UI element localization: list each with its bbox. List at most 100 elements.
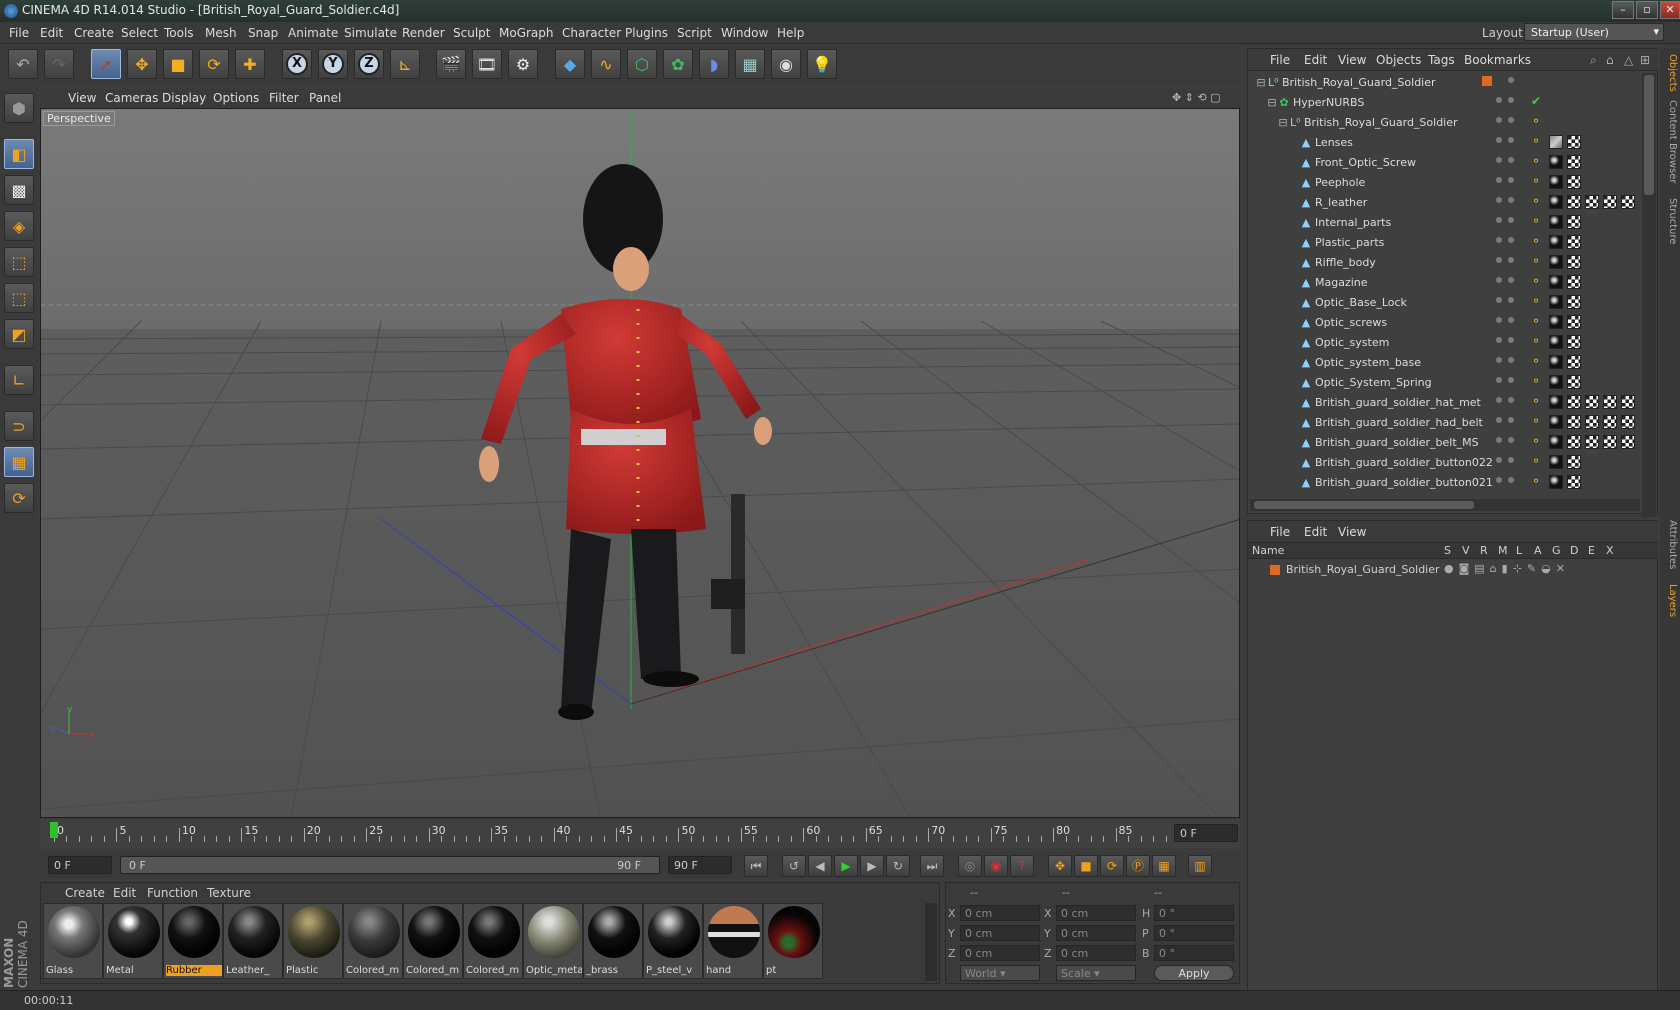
materials-menu-create[interactable]: Create [65, 886, 105, 900]
object-name[interactable]: Optic_screws [1315, 316, 1387, 329]
cube-object-button[interactable]: ◆ [555, 49, 585, 79]
phong-tag-icon[interactable]: ⚬ [1531, 375, 1545, 389]
phong-tag-icon[interactable]: ⚬ [1531, 475, 1545, 489]
phong-tag-icon[interactable]: ⚬ [1531, 435, 1545, 449]
viewport-menu-view[interactable]: View [68, 91, 96, 105]
viewport-menu-filter[interactable]: Filter [269, 91, 299, 105]
uvw-tag-icon[interactable] [1567, 315, 1581, 329]
points-mode-button[interactable]: ⬚ [4, 247, 34, 277]
material-tag-icon[interactable] [1549, 395, 1563, 409]
material-tag-icon[interactable] [1549, 215, 1563, 229]
visibility-dots[interactable] [1496, 297, 1518, 309]
menu-animate[interactable]: Animate [288, 26, 338, 40]
object-row[interactable]: ▲ British_guard_soldier_button021 ⚬ [1248, 473, 1658, 493]
close-button[interactable]: ✕ [1660, 1, 1680, 19]
uvw-tag-icon[interactable] [1603, 195, 1617, 209]
object-name[interactable]: Optic_system_base [1315, 356, 1421, 369]
materials-menu-edit[interactable]: Edit [113, 886, 136, 900]
object-row[interactable]: ▲ Plastic_parts ⚬ [1248, 233, 1658, 253]
object-row[interactable]: ▲ Lenses ⚬ [1248, 133, 1658, 153]
object-name[interactable]: R_leather [1315, 196, 1367, 209]
new-window-icon[interactable]: ⊞ [1640, 53, 1650, 67]
object-name[interactable]: British_guard_soldier_hat_met [1315, 396, 1481, 409]
menu-plugins[interactable]: Plugins [625, 26, 668, 40]
object-row[interactable]: ▲ Optic_System_Spring ⚬ [1248, 373, 1658, 393]
undo-button[interactable]: ↶ [8, 49, 38, 79]
object-name[interactable]: Front_Optic_Screw [1315, 156, 1416, 169]
object-name[interactable]: British_guard_soldier_had_belt [1315, 416, 1483, 429]
size-y-field[interactable]: 0 cm [1056, 925, 1136, 941]
visibility-dots[interactable] [1496, 377, 1518, 389]
model-mode-button[interactable]: ◧ [4, 139, 34, 169]
uvw-tag-icon[interactable] [1567, 295, 1581, 309]
material-swatch[interactable]: pt [763, 903, 823, 979]
layers-col-d[interactable]: D [1570, 544, 1578, 557]
move-tool-button[interactable]: ✥ [127, 49, 157, 79]
viewport-nav-icons[interactable]: ✥ ⇕ ⟲ ▢ [1172, 91, 1221, 104]
material-tag-icon[interactable] [1549, 435, 1563, 449]
workplane-mode-button[interactable]: ◈ [4, 211, 34, 241]
material-swatch[interactable]: _brass [583, 903, 643, 979]
record-position-button[interactable]: ✥ [1048, 855, 1072, 877]
layers-menu-file[interactable]: File [1270, 525, 1290, 539]
menu-tools[interactable]: Tools [164, 26, 194, 40]
object-row[interactable]: ▲ British_guard_soldier_hat_met ⚬ [1248, 393, 1658, 413]
timeline-window-button[interactable]: ▥ [1188, 855, 1212, 877]
goto-start-button[interactable]: ⏮ [744, 855, 768, 877]
layout-dropdown[interactable]: Startup (User) ▾ [1524, 23, 1664, 41]
material-tag-icon[interactable] [1549, 375, 1563, 389]
material-swatch[interactable]: P_steel_v [643, 903, 703, 979]
render-picture-viewer-button[interactable]: 🎞 [472, 49, 502, 79]
rot-h-field[interactable]: 0 ° [1154, 905, 1234, 921]
object-row[interactable]: ▲ Front_Optic_Screw ⚬ [1248, 153, 1658, 173]
material-swatch[interactable]: Optic_meta [523, 903, 583, 979]
uvw-tag-icon[interactable] [1567, 275, 1581, 289]
material-swatch[interactable]: Metal [103, 903, 163, 979]
material-tag-icon[interactable] [1549, 475, 1563, 489]
material-tag-icon[interactable] [1549, 335, 1563, 349]
object-row[interactable]: L⁰ ⊟ British_Royal_Guard_Soldier ⚬ [1248, 113, 1658, 133]
layers-col-g[interactable]: G [1552, 544, 1561, 557]
layers-col-x[interactable]: X [1606, 544, 1614, 557]
layers-menu-view[interactable]: View [1338, 525, 1366, 539]
nurbs-button[interactable]: ⬡ [627, 49, 657, 79]
menu-select[interactable]: Select [121, 26, 158, 40]
spline-button[interactable]: ∿ [591, 49, 621, 79]
material-swatch[interactable]: Colored_m [463, 903, 523, 979]
next-key-button[interactable]: ↻ [886, 855, 910, 877]
phong-tag-icon[interactable]: ⚬ [1531, 275, 1545, 289]
material-tag-icon[interactable] [1549, 155, 1563, 169]
uvw-tag-icon[interactable] [1567, 375, 1581, 389]
uvw-tag-icon[interactable] [1567, 395, 1581, 409]
record-pla-button[interactable]: ▦ [1152, 855, 1176, 877]
material-tag-icon[interactable] [1549, 255, 1563, 269]
phong-tag-icon[interactable]: ⚬ [1531, 215, 1545, 229]
object-row[interactable]: ▲ Optic_system_base ⚬ [1248, 353, 1658, 373]
visibility-dots[interactable] [1496, 177, 1518, 189]
objects-menu-bookmarks[interactable]: Bookmarks [1464, 53, 1531, 67]
objects-scrollbar[interactable] [1642, 73, 1656, 517]
uvw-tag-icon[interactable] [1585, 435, 1599, 449]
visibility-dots[interactable] [1496, 477, 1518, 489]
object-name[interactable]: British_Royal_Guard_Soldier [1304, 116, 1458, 129]
material-tag-icon[interactable] [1549, 195, 1563, 209]
phong-tag-icon[interactable]: ⚬ [1531, 195, 1545, 209]
object-row[interactable]: ▲ British_guard_soldier_had_belt ⚬ [1248, 413, 1658, 433]
visibility-dots[interactable] [1496, 457, 1518, 469]
size-mode-dropdown[interactable]: Scale ▾ [1056, 965, 1136, 981]
perspective-viewport[interactable]: y x z Perspective [40, 108, 1240, 818]
material-swatch[interactable]: Rubber [163, 903, 223, 979]
objects-menu-tags[interactable]: Tags [1428, 53, 1455, 67]
menu-window[interactable]: Window [721, 26, 768, 40]
menu-mesh[interactable]: Mesh [205, 26, 237, 40]
visibility-dots[interactable] [1496, 137, 1518, 149]
visibility-dots[interactable] [1482, 76, 1518, 89]
material-tag-icon[interactable] [1549, 355, 1563, 369]
menu-help[interactable]: Help [777, 26, 804, 40]
z-axis-button[interactable]: Z [354, 49, 384, 79]
layers-col-s[interactable]: S [1444, 544, 1451, 557]
uvw-tag-icon[interactable] [1621, 395, 1635, 409]
object-row[interactable]: ▲ Optic_system ⚬ [1248, 333, 1658, 353]
layer-flag-icons[interactable]: ●◙▤⌂▮⊹✎◒✕ [1444, 562, 1570, 575]
render-settings-button[interactable]: ⚙ [508, 49, 538, 79]
